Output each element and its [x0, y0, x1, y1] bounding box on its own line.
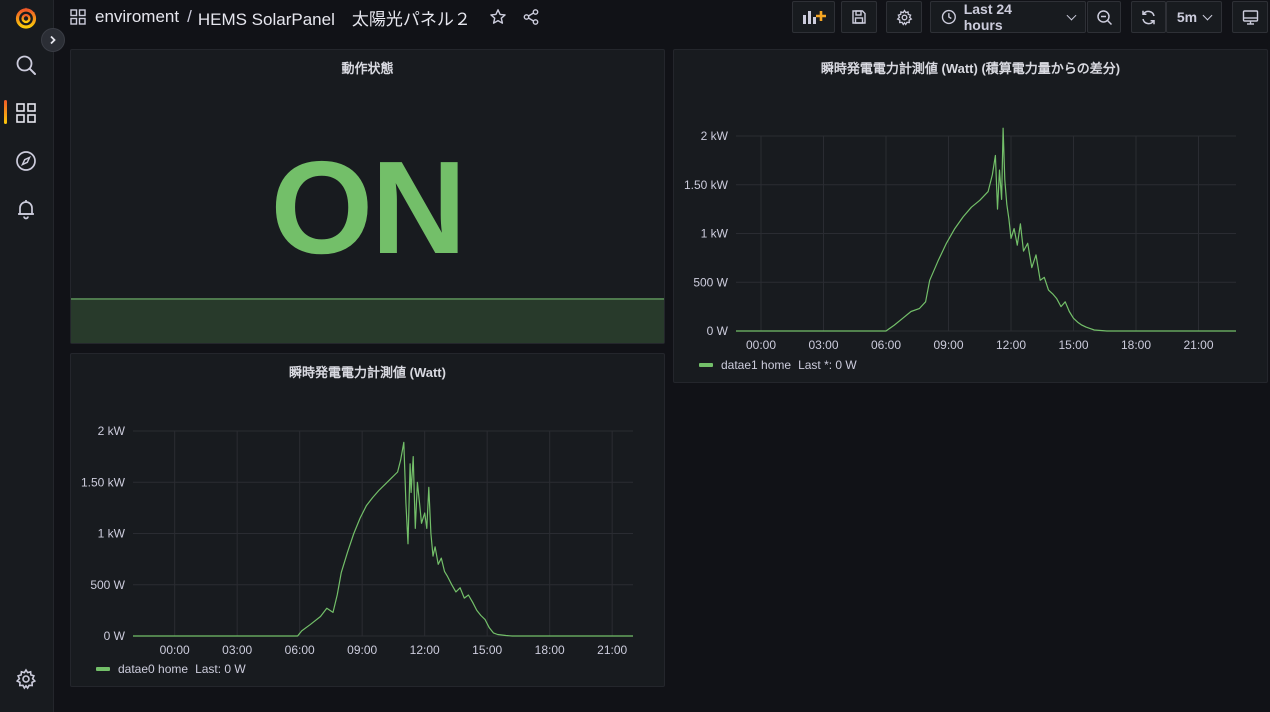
- power-line-chart[interactable]: 0 W 500 W 1 kW 1.50 kW 2 kW 00:00 03:00 06:00 09…: [71, 354, 666, 688]
- refresh-interval-label: 5m: [1176, 9, 1198, 25]
- x-tick-label: 15:00: [472, 643, 502, 657]
- dashboard-settings-button[interactable]: [886, 1, 922, 33]
- y-tick-label: 1.50 kW: [684, 178, 729, 192]
- panel-title[interactable]: 動作状態: [71, 58, 664, 77]
- grafana-logo-icon[interactable]: [13, 5, 39, 31]
- x-tick-label: 18:00: [1121, 338, 1151, 352]
- top-navbar: enviroment / HEMS SolarPanel 太陽光パネル２ Las…: [54, 0, 1270, 36]
- legend-last-value: Last: 0 W: [195, 662, 246, 676]
- monitor-icon: [1242, 9, 1258, 25]
- alerting-icon[interactable]: [13, 196, 39, 222]
- explore-icon[interactable]: [13, 148, 39, 174]
- status-background-bar: [71, 298, 664, 343]
- y-tick-label: 2 kW: [701, 129, 729, 143]
- breadcrumb: enviroment / HEMS SolarPanel 太陽光パネル２: [70, 0, 540, 34]
- search-icon[interactable]: [13, 52, 39, 78]
- y-tick-label: 0 W: [707, 324, 729, 338]
- power-chart-panel: 瞬時発電電力計測値 (Watt) 0 W 500 W1 kW 1.50 kW 2 kW…: [70, 353, 665, 687]
- refresh-button[interactable]: [1131, 1, 1166, 33]
- x-tick-label: 09:00: [347, 643, 377, 657]
- folder-link[interactable]: enviroment: [95, 7, 179, 27]
- tv-mode-button[interactable]: [1232, 1, 1268, 33]
- x-tick-label: 15:00: [1058, 338, 1088, 352]
- dashboard-grid-icon: [70, 9, 86, 25]
- chevron-down-icon: [1202, 10, 1213, 20]
- refresh-icon: [1142, 10, 1155, 24]
- y-tick-label: 2 kW: [98, 424, 126, 438]
- star-icon[interactable]: [489, 8, 507, 26]
- chart-legend[interactable]: datae1 home Last *: 0 W: [699, 358, 857, 372]
- power-diff-chart-panel: 瞬時発電電力計測値 (Watt) (積算電力量からの差分) 0 W 500 W1 …: [673, 49, 1268, 383]
- clock-icon: [941, 9, 956, 25]
- refresh-interval-picker[interactable]: 5m: [1166, 1, 1222, 33]
- time-range-picker[interactable]: Last 24 hours: [930, 1, 1086, 33]
- status-value: ON: [270, 134, 467, 281]
- breadcrumb-separator: /: [187, 7, 192, 26]
- add-panel-icon: [802, 11, 826, 24]
- x-tick-label: 21:00: [1183, 338, 1213, 352]
- gear-icon: [896, 8, 912, 26]
- time-range-label: Last 24 hours: [963, 1, 1012, 33]
- x-tick-label: 18:00: [535, 643, 565, 657]
- x-tick-label: 00:00: [746, 338, 776, 352]
- x-tick-label: 12:00: [996, 338, 1026, 352]
- zoom-out-button[interactable]: [1087, 1, 1121, 33]
- dashboards-icon[interactable]: [13, 100, 39, 126]
- series-line: [133, 441, 633, 637]
- x-tick-label: 12:00: [410, 643, 440, 657]
- zoom-out-icon: [1096, 9, 1112, 25]
- sidebar: [0, 0, 54, 712]
- series-line: [736, 127, 1236, 332]
- power-diff-line-chart[interactable]: 0 W 500 W 1 kW 1.50 kW 2 kW 00:00 03:00 06:00 09…: [674, 50, 1269, 384]
- active-indicator: [4, 100, 7, 124]
- save-icon: [852, 10, 866, 24]
- legend-swatch: [96, 667, 110, 671]
- x-tick-label: 03:00: [222, 643, 252, 657]
- x-tick-label: 00:00: [160, 643, 190, 657]
- x-tick-label: 09:00: [933, 338, 963, 352]
- legend-series-name: datae1 home: [721, 358, 792, 372]
- legend-swatch: [699, 363, 713, 367]
- x-tick-label: 06:00: [871, 338, 901, 352]
- y-tick-label: 500 W: [90, 578, 125, 592]
- status-panel: 動作状態 ON: [70, 49, 665, 344]
- x-tick-label: 06:00: [285, 643, 315, 657]
- y-tick-label: 1 kW: [701, 227, 729, 241]
- add-panel-button[interactable]: [792, 1, 835, 33]
- save-dashboard-button[interactable]: [841, 1, 877, 33]
- chart-legend[interactable]: datae0 home Last: 0 W: [96, 662, 246, 676]
- x-tick-label: 21:00: [597, 643, 627, 657]
- legend-series-name: datae0 home: [118, 662, 189, 676]
- y-tick-label: 0 W: [104, 629, 126, 643]
- y-tick-label: 1 kW: [98, 527, 126, 541]
- chevron-right-icon: [50, 35, 56, 45]
- configuration-icon[interactable]: [13, 666, 39, 692]
- chevron-down-icon: [1066, 10, 1077, 20]
- y-tick-label: 500 W: [693, 275, 728, 289]
- dashboard-title[interactable]: HEMS SolarPanel 太陽光パネル２: [198, 5, 471, 30]
- legend-last-value: Last *: 0 W: [798, 358, 857, 372]
- share-icon[interactable]: [522, 8, 540, 26]
- expand-sidebar-button[interactable]: [41, 28, 65, 52]
- y-tick-label: 1.50 kW: [81, 475, 126, 489]
- x-tick-label: 03:00: [808, 338, 838, 352]
